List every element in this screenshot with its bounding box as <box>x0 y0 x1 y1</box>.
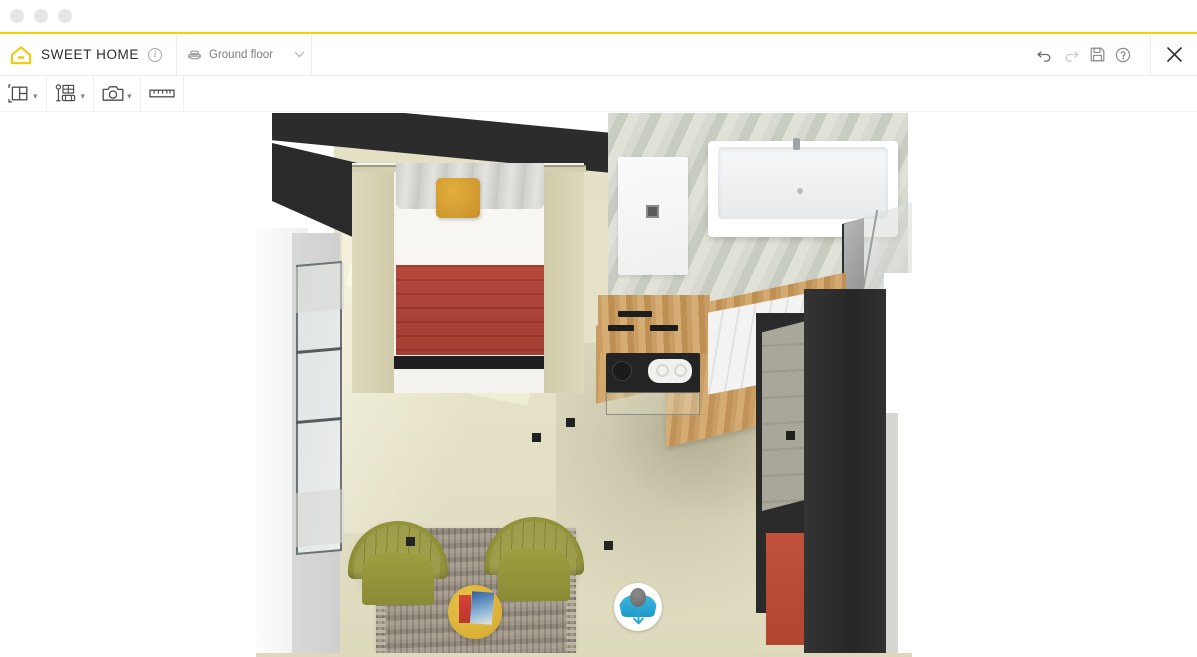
undo-button[interactable] <box>1032 34 1058 76</box>
save-button[interactable] <box>1084 34 1110 76</box>
help-button[interactable] <box>1110 34 1136 76</box>
close-button[interactable] <box>1151 34 1197 76</box>
photo-tool[interactable]: ▾ <box>94 75 141 112</box>
curtain-left <box>352 165 394 393</box>
armchair-right[interactable] <box>484 517 584 607</box>
cabinet-handle <box>618 311 652 317</box>
window-glare <box>296 488 344 548</box>
brand-zone[interactable]: SWEET HOME i <box>0 34 163 75</box>
bed-cushion <box>436 178 480 218</box>
redo-button[interactable] <box>1058 34 1084 76</box>
toolbar: ▾ ▾ ▾ <box>0 75 1197 112</box>
furniture-tool[interactable]: ▾ <box>47 75 95 112</box>
cabinet-handle <box>608 325 634 331</box>
shower-drain <box>646 205 659 218</box>
bathtub-tap <box>793 138 800 150</box>
header-divider-1 <box>176 33 178 76</box>
cabinet-handle <box>650 325 678 331</box>
kettle <box>612 361 632 381</box>
avatar-head <box>630 588 646 607</box>
burner-ring <box>674 364 687 377</box>
armchair-left[interactable] <box>348 521 448 611</box>
page-title: SWEET HOME <box>41 47 140 62</box>
app-header: SWEET HOME i Ground floor <box>0 33 1197 76</box>
down-arrow-icon <box>633 611 644 625</box>
back-wall <box>256 653 756 657</box>
chair-stud <box>604 541 613 550</box>
floor-outlet <box>532 433 541 442</box>
wardrobe-shelving <box>762 321 806 511</box>
camera-icon <box>102 86 124 101</box>
armchair-seat <box>498 549 570 601</box>
chevron-down-icon <box>294 51 305 57</box>
curtain-rod <box>352 165 396 172</box>
curtain-rod <box>544 165 586 172</box>
floor-selector-label: Ground floor <box>209 48 273 61</box>
kitchen-counter[interactable] <box>598 295 710 353</box>
photo-menu-caret[interactable]: ▾ <box>127 86 132 101</box>
header-divider-2 <box>311 33 313 76</box>
armchair-seat <box>362 553 434 605</box>
close-x-icon <box>1166 47 1182 62</box>
house-icon <box>10 45 32 64</box>
wardrobe-red-panel <box>766 533 804 645</box>
bed-footboard <box>393 356 549 369</box>
back-wall-right <box>756 653 912 657</box>
floor-outlet <box>566 418 575 427</box>
window-maximize-dot[interactable] <box>58 9 72 23</box>
floor-layer-icon <box>187 50 202 60</box>
curtain-right <box>544 165 584 393</box>
3d-view[interactable] <box>0 113 1197 657</box>
header-actions <box>1032 33 1197 76</box>
book <box>469 591 495 625</box>
bathtub-drain <box>797 188 803 194</box>
burner-ring <box>656 364 669 377</box>
redo-icon <box>1065 50 1079 62</box>
save-disk-icon <box>1090 47 1104 62</box>
floor-outlet <box>786 431 795 440</box>
bathtub-basin <box>718 147 888 219</box>
wardrobe[interactable] <box>804 289 886 657</box>
furniture-icon <box>55 84 75 102</box>
bed-blanket <box>396 265 546 355</box>
virtual-visitor-avatar[interactable] <box>614 583 662 631</box>
measure-tool[interactable] <box>141 75 184 112</box>
furniture-menu-caret[interactable]: ▾ <box>81 86 86 101</box>
floor-selector[interactable]: Ground floor <box>183 40 311 70</box>
info-icon[interactable]: i <box>148 47 163 62</box>
window-titlebar <box>0 0 1197 32</box>
window-close-dot[interactable] <box>10 9 24 23</box>
cabinet-base <box>606 392 700 415</box>
floor-plan-icon <box>8 84 28 103</box>
window-glare <box>296 262 344 314</box>
3d-scene <box>256 113 912 657</box>
undo-icon <box>1037 50 1051 62</box>
floor-plan-menu-caret[interactable]: ▾ <box>33 86 38 101</box>
window-minimize-dot[interactable] <box>34 9 48 23</box>
help-circle-icon <box>1115 47 1131 62</box>
floor-plan-tool[interactable]: ▾ <box>0 75 47 112</box>
chair-stud <box>406 537 415 546</box>
ruler-icon <box>148 89 175 98</box>
